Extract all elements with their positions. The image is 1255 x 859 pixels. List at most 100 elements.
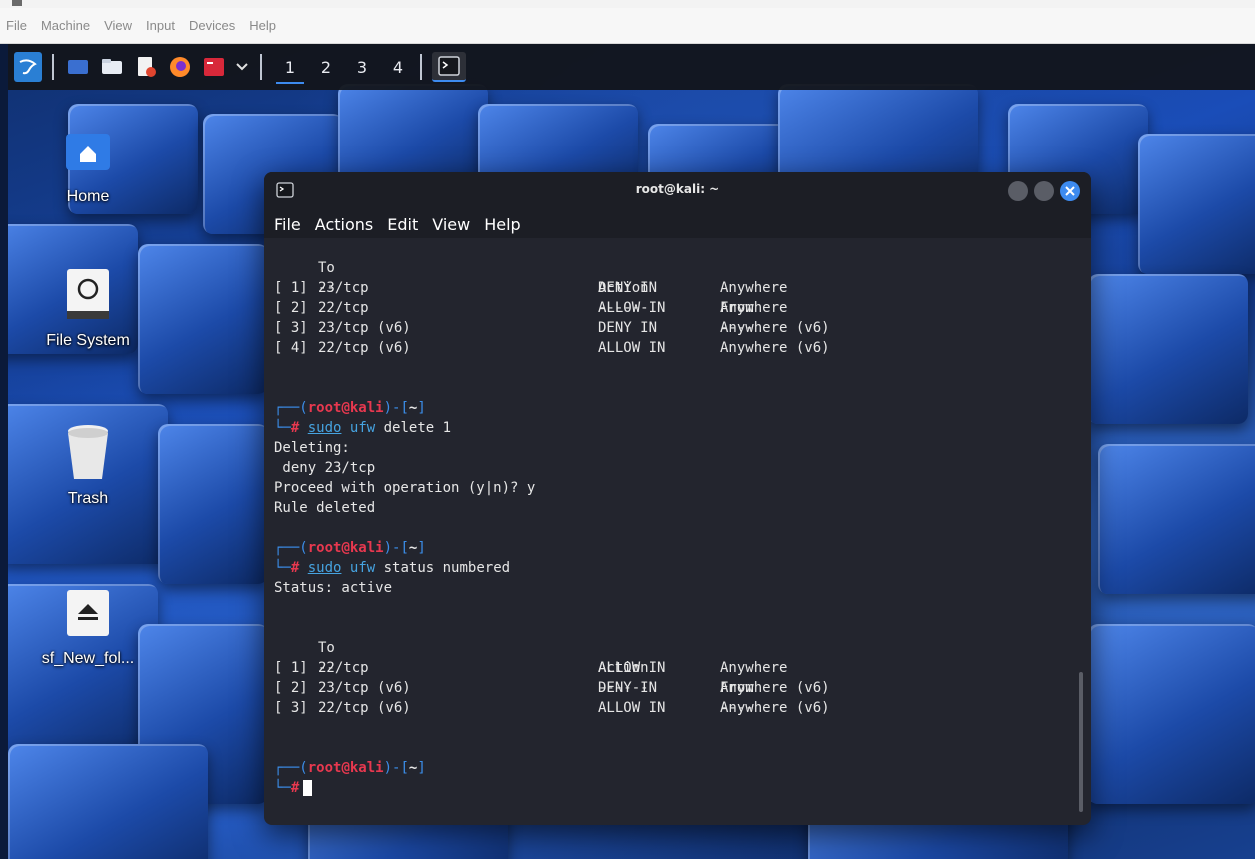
host-menu-input[interactable]: Input — [146, 18, 175, 33]
rule-to: 22/tcp — [318, 660, 369, 676]
panel-separator — [52, 54, 54, 80]
host-menu-machine[interactable]: Machine — [41, 18, 90, 33]
rule-to: 23/tcp (v6) — [318, 680, 411, 696]
cmd-args: status numbered — [383, 560, 511, 576]
table-header-rule: -- ------ ---- — [274, 638, 1064, 716]
firefox-button[interactable] — [166, 52, 194, 82]
rule-action: DENY IN — [598, 280, 658, 296]
workspace-1[interactable]: 1 — [272, 44, 308, 90]
chevron-down-icon — [236, 63, 248, 71]
trash-icon — [59, 424, 117, 482]
launcher-dropdown-button[interactable] — [234, 52, 250, 82]
menu-actions[interactable]: Actions — [315, 215, 373, 234]
rule-to: 23/tcp (v6) — [318, 320, 411, 336]
wallpaper-cube — [1088, 624, 1255, 804]
rule-to: 22/tcp — [318, 300, 369, 316]
host-menu-devices[interactable]: Devices — [189, 18, 235, 33]
wallpaper-cube — [1098, 444, 1255, 594]
table-row: [ 3] 23/tcp (v6) DENY IN Anywhere (v6) — [274, 318, 1064, 338]
text-cursor — [303, 780, 313, 796]
minimize-button[interactable] — [1008, 181, 1028, 201]
desktop-icon-trash[interactable]: Trash — [18, 424, 158, 508]
table-row: [ 2] 23/tcp (v6) DENY IN Anywhere (v6) — [274, 678, 1064, 698]
show-desktop-button[interactable] — [64, 52, 92, 82]
menu-edit[interactable]: Edit — [387, 215, 418, 234]
cmd-args: delete 1 — [383, 420, 452, 436]
prompt-host: kali — [349, 760, 384, 776]
host-menubar: File Machine View Input Devices Help — [0, 8, 1255, 44]
text-editor-button[interactable] — [132, 52, 160, 82]
host-titlebar — [0, 0, 1255, 8]
rule-num: [ 1] — [274, 280, 308, 296]
rule-to: 22/tcp (v6) — [318, 700, 411, 716]
cmd-ufw: ufw — [349, 560, 376, 576]
terminal-window[interactable]: root@kali: ~ File Actions Edit View Help… — [264, 172, 1091, 825]
scrollbar[interactable] — [1079, 672, 1083, 812]
prompt-at: @ — [341, 540, 350, 556]
eject-icon — [59, 584, 117, 642]
rule-action: DENY IN — [598, 320, 658, 336]
prompt-host: kali — [349, 540, 384, 556]
workspace-4[interactable]: 4 — [380, 44, 416, 90]
prompt-line: ┌──(root@kali)-[~] — [274, 760, 426, 776]
host-menu-view[interactable]: View — [104, 18, 132, 33]
prompt-at: @ — [341, 400, 350, 416]
desktop-icon-file-system[interactable]: File System — [18, 266, 158, 350]
menu-help[interactable]: Help — [484, 215, 520, 234]
desktop-icon-label: sf_New_fol... — [41, 650, 135, 667]
window-title: root@kali: ~ — [635, 182, 720, 196]
firefox-icon — [170, 57, 190, 77]
rule-num: [ 1] — [274, 660, 308, 676]
command-line[interactable]: └─# — [274, 778, 1064, 798]
rule-from: Anywhere — [720, 280, 788, 296]
desktop-icon-label: File System — [46, 332, 130, 349]
rule-action: ALLOW IN — [598, 660, 666, 676]
wallpaper-cube — [158, 424, 268, 584]
host-menu-help[interactable]: Help — [249, 18, 276, 33]
table-header: To Action From — [274, 618, 1064, 696]
terminal-output[interactable]: To Action From -- ------ ---- [ 1] 23/tcp… — [274, 238, 1064, 798]
menu-file[interactable]: File — [274, 215, 301, 234]
desktop-icon-shared-folder[interactable]: sf_New_fol... — [18, 584, 158, 668]
taskbar-terminal-window[interactable] — [432, 52, 466, 82]
desktop: 1 2 3 4 Home File System Trash sf_New_fo… — [8, 44, 1255, 859]
workspace-2[interactable]: 2 — [308, 44, 344, 90]
prompt-line: ┌──(root@kali)-[~] — [274, 400, 426, 416]
top-panel: 1 2 3 4 — [8, 44, 1255, 90]
file-manager-button[interactable] — [98, 52, 126, 82]
output-line: Rule deleted — [274, 500, 376, 516]
cmd-sudo: sudo — [307, 420, 342, 436]
menu-view[interactable]: View — [432, 215, 470, 234]
close-button[interactable] — [1060, 181, 1080, 201]
rule-action: ALLOW IN — [598, 340, 666, 356]
rule-action: ALLOW IN — [598, 700, 666, 716]
terminal-launcher-button[interactable] — [200, 52, 228, 82]
panel-separator — [420, 54, 422, 80]
close-icon — [1065, 186, 1075, 196]
rule-from: Anywhere (v6) — [720, 680, 830, 696]
prompt-line: ┌──(root@kali)-[~] — [274, 540, 426, 556]
terminal-icon — [438, 56, 460, 76]
output-line: Status: active — [274, 580, 393, 596]
cmd-sudo: sudo — [307, 560, 342, 576]
rule-num: [ 3] — [274, 320, 308, 336]
drive-icon — [59, 266, 117, 324]
maximize-button[interactable] — [1034, 181, 1054, 201]
host-menu-file[interactable]: File — [6, 18, 27, 33]
table-row: [ 2] 22/tcp ALLOW IN Anywhere — [274, 298, 1064, 318]
prompt-at: @ — [341, 760, 350, 776]
command-line: └─# sudo ufw status numbered — [274, 560, 511, 576]
rule-from: Anywhere (v6) — [720, 320, 830, 336]
workspace-3[interactable]: 3 — [344, 44, 380, 90]
wallpaper-cube — [8, 744, 208, 859]
rule-to: 23/tcp — [318, 280, 369, 296]
desktop-icon — [68, 60, 88, 74]
table-row: [ 1] 23/tcp DENY IN Anywhere — [274, 278, 1064, 298]
terminal-titlebar[interactable]: root@kali: ~ — [264, 172, 1091, 210]
cmd-ufw: ufw — [349, 420, 376, 436]
table-row: [ 1] 22/tcp ALLOW IN Anywhere — [274, 658, 1064, 678]
prompt-user: root — [307, 760, 342, 776]
desktop-icon-home[interactable]: Home — [18, 122, 158, 206]
kali-menu-button[interactable] — [14, 52, 42, 82]
